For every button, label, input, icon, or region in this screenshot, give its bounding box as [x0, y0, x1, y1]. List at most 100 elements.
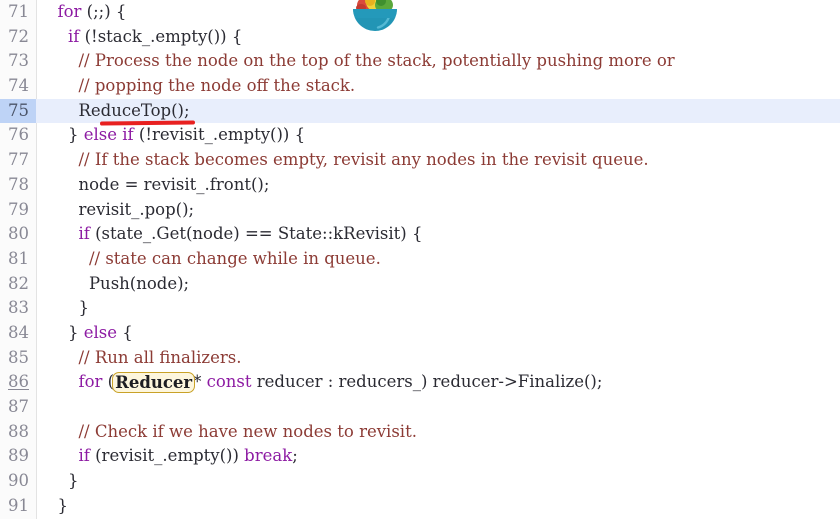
code-line-text[interactable]: // popping the node off the stack.: [47, 74, 355, 99]
code-line-text[interactable]: }: [47, 469, 79, 494]
line-number[interactable]: 80: [0, 222, 36, 247]
code-token-plain: }: [47, 125, 84, 145]
code-token-plain: *: [193, 372, 207, 392]
code-token-keyword: const: [206, 372, 252, 392]
code-token-plain: node = revisit_.front();: [47, 174, 270, 194]
code-token-plain: }: [47, 322, 84, 342]
code-line[interactable]: 88 // Check if we have new nodes to revi…: [0, 420, 840, 445]
code-line[interactable]: 75 ReduceTop();: [0, 98, 840, 124]
code-line[interactable]: 71 for (;;) {: [0, 0, 840, 25]
line-number[interactable]: 84: [0, 321, 36, 346]
code-line[interactable]: 83 }: [0, 296, 840, 321]
code-token-keyword: else: [83, 322, 118, 342]
code-line-text[interactable]: if (state_.Get(node) == State::kRevisit)…: [47, 222, 422, 247]
code-line-text[interactable]: } else {: [47, 321, 133, 346]
code-line[interactable]: 72 if (!stack_.empty()) {: [0, 25, 840, 50]
code-token-comment: // Check if we have new nodes to revisit…: [78, 421, 417, 441]
code-line[interactable]: 84 } else {: [0, 321, 840, 346]
code-line[interactable]: 91 }: [0, 494, 840, 519]
code-line[interactable]: 86 for (Reducer* const reducer : reducer…: [0, 370, 840, 395]
line-number[interactable]: 74: [0, 74, 36, 99]
code-line[interactable]: 79 revisit_.pop();: [0, 198, 840, 223]
line-number[interactable]: 75: [0, 98, 36, 124]
code-line-text[interactable]: node = revisit_.front();: [47, 173, 269, 198]
code-line-text[interactable]: }: [47, 494, 68, 519]
code-line[interactable]: 90 }: [0, 469, 840, 494]
code-line-text[interactable]: if (!stack_.empty()) {: [47, 25, 242, 50]
code-line[interactable]: 89 if (revisit_.empty()) break;: [0, 444, 840, 469]
code-line[interactable]: 80 if (state_.Get(node) == State::kRevis…: [0, 222, 840, 247]
code-token-comment: // state can change while in queue.: [88, 248, 381, 268]
line-number[interactable]: 89: [0, 444, 36, 469]
code-line-text[interactable]: }: [47, 296, 89, 321]
code-line[interactable]: 78 node = revisit_.front();: [0, 173, 840, 198]
code-line[interactable]: 74 // popping the node off the stack.: [0, 74, 840, 99]
line-number[interactable]: 85: [0, 346, 36, 371]
code-line-text[interactable]: // Run all finalizers.: [47, 346, 242, 371]
line-number[interactable]: 91: [0, 494, 36, 519]
code-token-plain: ReduceTop();: [47, 100, 190, 120]
code-line-text[interactable]: } else if (!revisit_.empty()) {: [47, 123, 305, 148]
line-number[interactable]: 86: [0, 370, 36, 395]
code-line[interactable]: 82 Push(node);: [0, 272, 840, 297]
code-line[interactable]: 73 // Process the node on the top of the…: [0, 49, 840, 74]
code-token-comment: // Run all finalizers.: [78, 347, 242, 367]
code-line[interactable]: 87: [0, 395, 840, 420]
code-line[interactable]: 81 // state can change while in queue.: [0, 247, 840, 272]
code-token-plain: {: [117, 322, 133, 342]
line-number[interactable]: 83: [0, 296, 36, 321]
line-number[interactable]: 79: [0, 198, 36, 223]
salad-bowl-icon: [348, 0, 402, 36]
code-line-text[interactable]: revisit_.pop();: [47, 198, 194, 223]
line-number[interactable]: 90: [0, 469, 36, 494]
code-line-text[interactable]: // Check if we have new nodes to revisit…: [47, 420, 417, 445]
line-number[interactable]: 87: [0, 395, 36, 420]
code-token-plain: Push(node);: [47, 273, 190, 293]
code-line-text[interactable]: // If the stack becomes empty, revisit a…: [47, 148, 649, 173]
code-line-text[interactable]: Push(node);: [47, 272, 189, 297]
code-token-keyword: if: [78, 224, 90, 244]
code-editor[interactable]: 71 for (;;) {72 if (!stack_.empty()) {73…: [0, 0, 840, 519]
code-token-keyword: for: [78, 372, 103, 392]
code-token-keyword: if: [67, 26, 80, 46]
code-token-comment: // Process the node on the top of the st…: [78, 51, 675, 71]
line-number[interactable]: 73: [0, 49, 36, 74]
line-number[interactable]: 78: [0, 173, 36, 198]
line-number[interactable]: 81: [0, 247, 36, 272]
code-line-text[interactable]: // Process the node on the top of the st…: [47, 49, 675, 74]
line-number[interactable]: 82: [0, 272, 36, 297]
code-token-comment: // popping the node off the stack.: [78, 76, 356, 96]
code-line[interactable]: 85 // Run all finalizers.: [0, 346, 840, 371]
code-line[interactable]: 77 // If the stack becomes empty, revisi…: [0, 148, 840, 173]
code-token-comment: // If the stack becomes empty, revisit a…: [78, 150, 649, 170]
code-line-text[interactable]: for (Reducer* const reducer : reducers_)…: [47, 370, 602, 395]
line-number[interactable]: 72: [0, 25, 36, 50]
code-token-plain: }: [47, 298, 89, 318]
code-line-text[interactable]: if (revisit_.empty()) break;: [47, 444, 298, 469]
line-number[interactable]: 88: [0, 420, 36, 445]
code-token-plain: reducer : reducers_) reducer->Finalize()…: [251, 372, 603, 392]
line-number[interactable]: 71: [0, 0, 36, 25]
code-token-plain: ;: [292, 446, 298, 466]
code-line-text[interactable]: // state can change while in queue.: [47, 247, 381, 272]
code-token-plain: (revisit_.empty()): [89, 446, 245, 466]
line-number[interactable]: 77: [0, 148, 36, 173]
line-number[interactable]: 76: [0, 123, 36, 148]
code-token-plain: (!revisit_.empty()) {: [133, 125, 306, 145]
code-line-text[interactable]: for (;;) {: [47, 0, 127, 25]
code-line[interactable]: 76 } else if (!revisit_.empty()) {: [0, 123, 840, 148]
code-lines: 71 for (;;) {72 if (!stack_.empty()) {73…: [0, 0, 840, 518]
code-token-keyword: if: [78, 446, 90, 466]
boxed-identifier-annotation[interactable]: Reducer: [112, 372, 196, 394]
code-line-text[interactable]: ReduceTop();: [47, 99, 190, 124]
